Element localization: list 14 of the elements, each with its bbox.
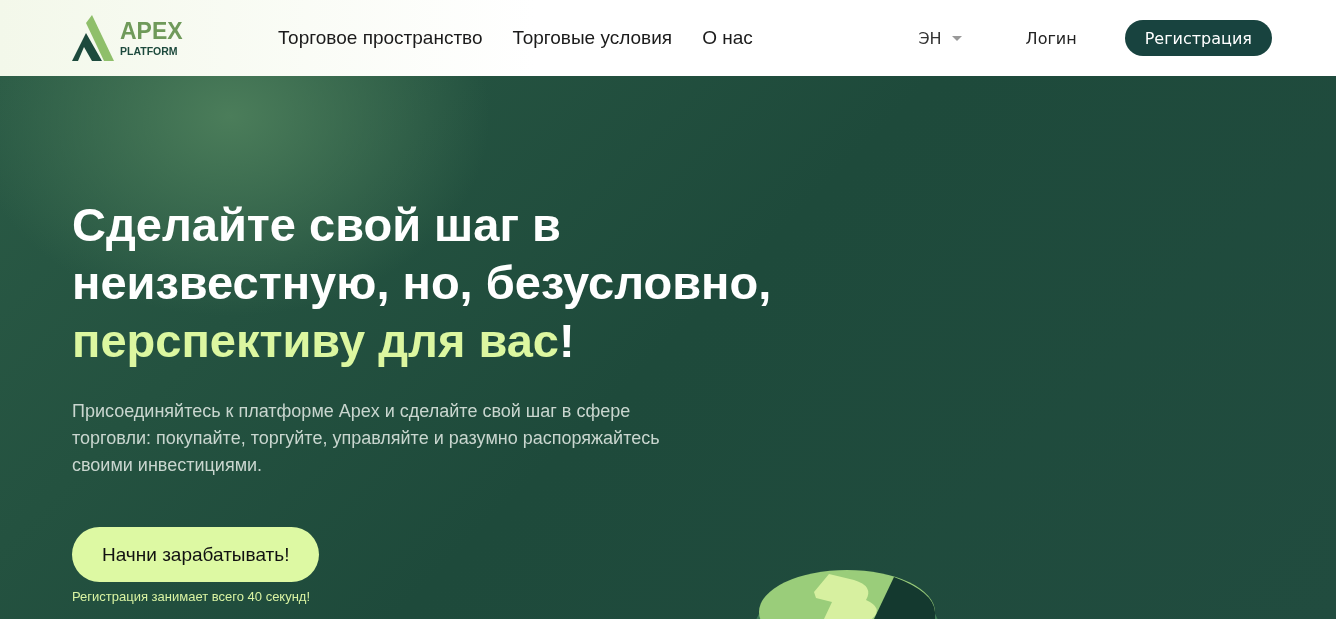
logo-name: APEX [120, 19, 183, 43]
logo-subtitle: PLATFORM [120, 45, 179, 57]
nav-link[interactable]: О нас [702, 27, 753, 49]
register-button[interactable]: Регистрация [1124, 20, 1272, 56]
hero-description: Присоединяйтесь к платформе Apex и сделайте свой шаг в сфере торговли: покупайте, торгуйте, управляйте и разумно распоряжайтесь своими инвестициями. [72, 400, 661, 477]
logo-icon [72, 15, 114, 61]
login-link[interactable]: Логин [1025, 28, 1077, 48]
nav-link[interactable]: Торговые условия [512, 27, 673, 49]
caret-icon [951, 35, 962, 41]
nav-link[interactable]: Торговое пространство [278, 27, 483, 49]
start-earning-button[interactable]: Начни зарабатывать! [72, 527, 320, 582]
registration-note: Регистрация занимает всего 40 секунд! [72, 589, 312, 604]
language-selector[interactable]: ЭН [912, 27, 968, 49]
hero-title: Сделайте свой шаг в неизвестную, но, безусловно, перспективу для вас! [72, 197, 773, 369]
